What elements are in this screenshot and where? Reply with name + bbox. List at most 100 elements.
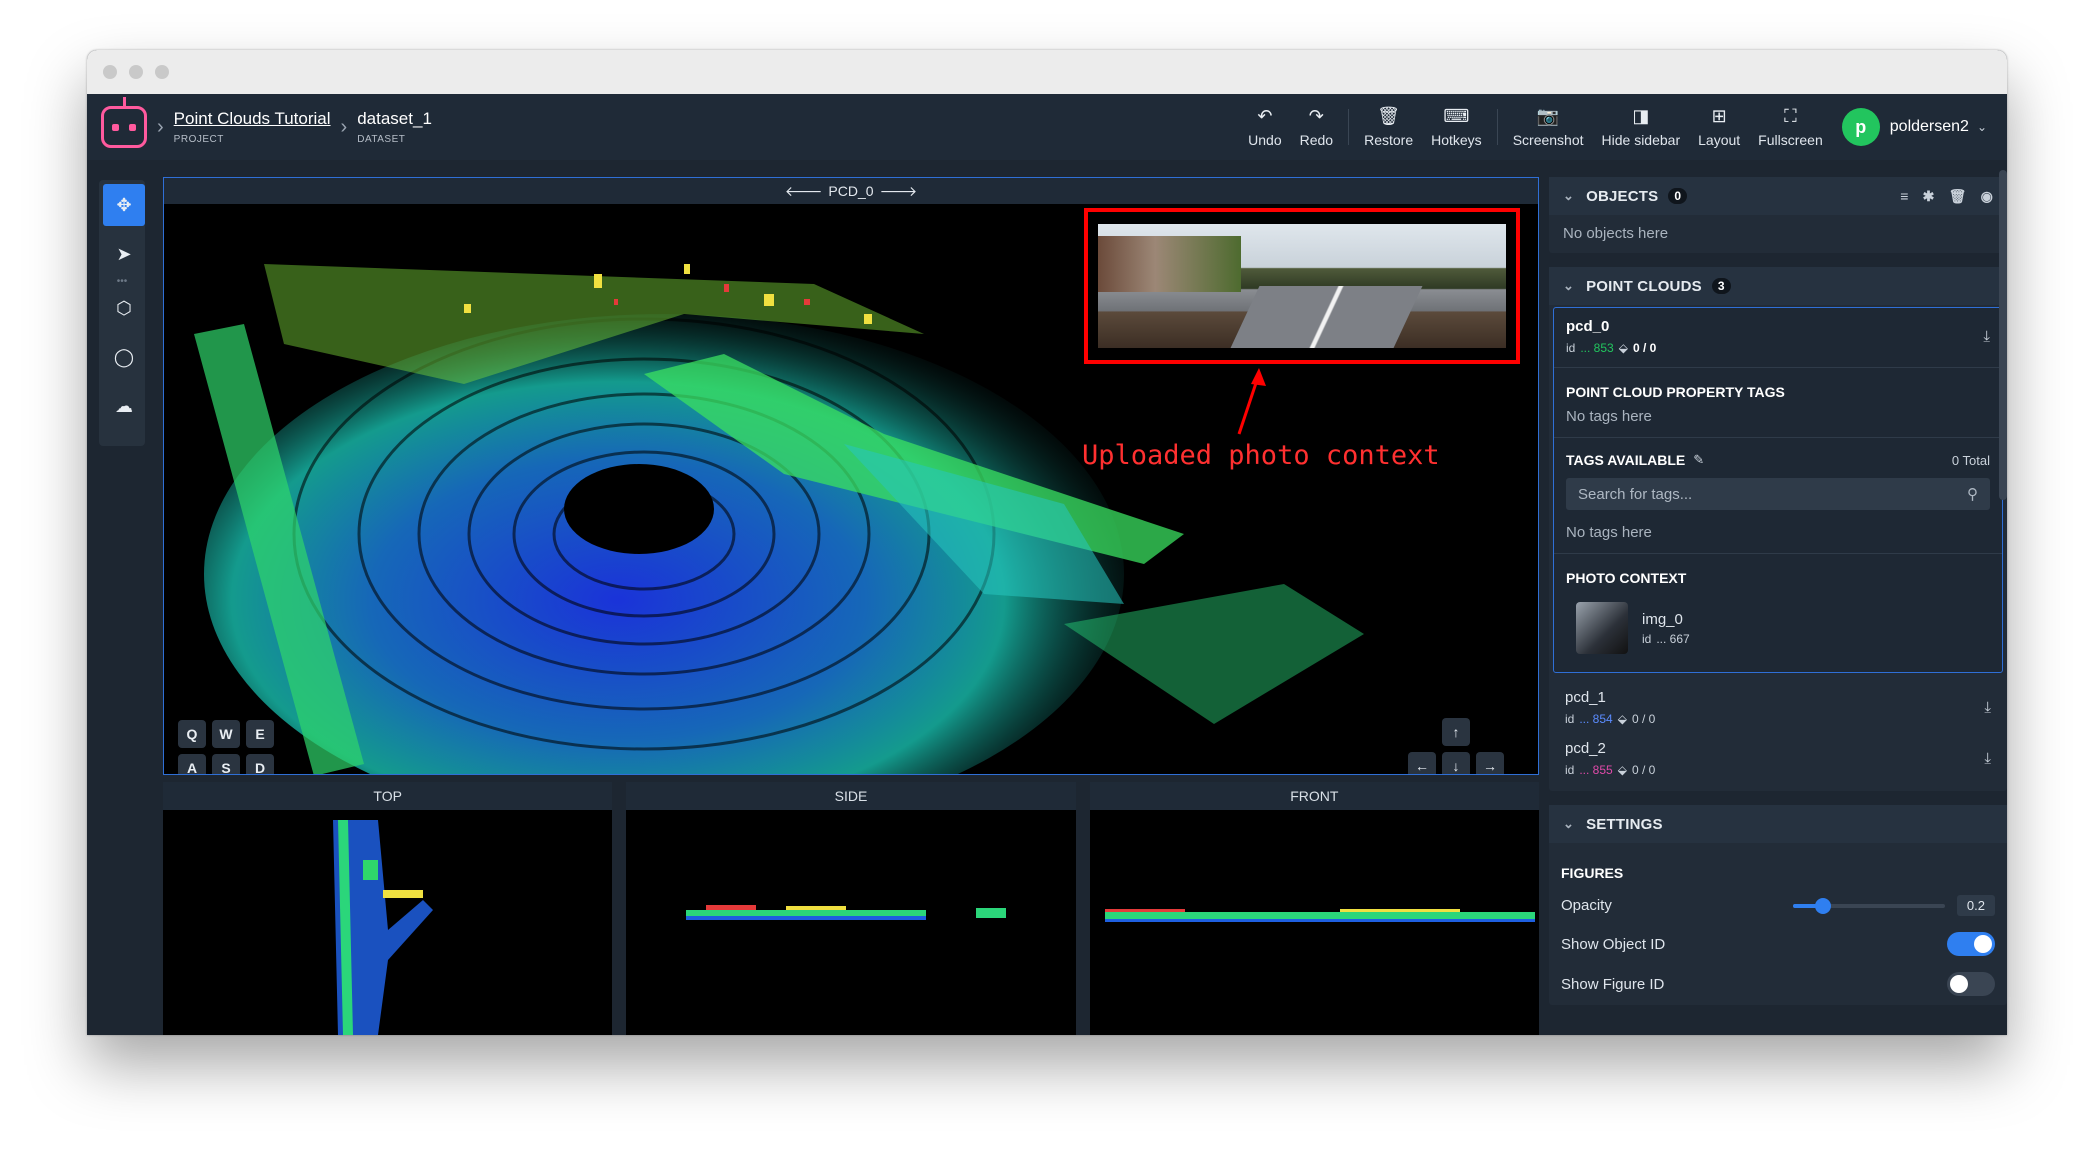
show-figure-id-toggle[interactable] <box>1947 972 1995 996</box>
objects-title: OBJECTS <box>1586 187 1659 205</box>
toolbar: ↶ Undo ↷ Redo 🗑 Restore ⌨ Hotkeys 📷 Screensho… <box>1239 94 2007 160</box>
filter-icon[interactable]: ≡ <box>1900 188 1908 205</box>
pointcloud-tool-button[interactable]: ☁ <box>103 385 145 427</box>
figures-icon: ⬙ <box>1617 712 1627 726</box>
eye-off-icon[interactable]: ◉ <box>1981 188 1993 205</box>
layout-button[interactable]: ⊞ Layout <box>1689 94 1749 160</box>
download-icon[interactable]: ⤓ <box>1984 750 1991 767</box>
key-w[interactable]: W <box>212 720 240 748</box>
redo-icon: ↷ <box>1308 106 1324 126</box>
layout-label: Layout <box>1698 132 1741 148</box>
download-icon[interactable]: ⤓ <box>1984 699 1991 716</box>
id-label: id <box>1566 341 1576 355</box>
key-q[interactable]: Q <box>178 720 206 748</box>
pcd-figures-count: 0 / 0 <box>1632 341 1657 355</box>
tags-empty-text: No tags here <box>1566 524 1652 541</box>
project-link[interactable]: Point Clouds Tutorial <box>174 109 331 129</box>
tag-search-field[interactable]: Search for tags... ⚲ <box>1566 478 1990 510</box>
redo-button[interactable]: ↷ Redo <box>1291 94 1342 160</box>
select-tool-button[interactable]: ➤ <box>103 233 145 275</box>
photo-thumbnail[interactable] <box>1576 602 1628 654</box>
key-s[interactable]: S <box>212 754 240 774</box>
trash-icon[interactable]: 🗑 <box>1949 188 1967 205</box>
top-bar: › Point Clouds Tutorial PROJECT › datase… <box>87 94 2007 160</box>
fullscreen-label: Fullscreen <box>1758 132 1823 148</box>
edit-icon[interactable]: ✎ <box>1693 452 1704 468</box>
objects-header[interactable]: ⌄ OBJECTS 0 ≡ ✱ 🗑 ◉ <box>1549 177 2007 215</box>
robot-logo-icon[interactable] <box>101 97 147 148</box>
point-tool-button[interactable]: ◯ <box>103 336 145 378</box>
settings-panel: ⌄ SETTINGS FIGURES Opacity 0.2 Show Obje… <box>1549 805 2007 1005</box>
side-view-render <box>686 905 1007 920</box>
pcd-meta: id ... 854 ⬙ 0 / 0 <box>1565 712 1655 726</box>
orthographic-views: TOP SIDE FRONT <box>163 782 1539 1035</box>
pcd-item-selected[interactable]: pcd_0 id ... 853 ⬙ 0 / 0 ⤓ POINT CLOUD P… <box>1553 307 2003 673</box>
photo-name: img_0 <box>1642 610 1683 628</box>
side-view[interactable]: SIDE <box>626 782 1076 1035</box>
camera-icon: 📷 <box>1536 106 1560 126</box>
window-minimize-dot[interactable] <box>129 65 143 79</box>
point-cloud-scene[interactable]: Uploaded photo context Q W E A S D ↑ ← ↓… <box>164 204 1538 774</box>
arrow-down-key-icon[interactable]: ↓ <box>1442 752 1470 774</box>
id-label: id <box>1565 712 1575 726</box>
pcd-name: pcd_0 <box>1566 318 1610 335</box>
hotkeys-button[interactable]: ⌨ Hotkeys <box>1422 94 1491 160</box>
palette-divider: ••• <box>116 276 128 287</box>
photo-context-image[interactable] <box>1098 224 1506 348</box>
key-d[interactable]: D <box>246 754 274 774</box>
point-clouds-header[interactable]: ⌄ POINT CLOUDS 3 <box>1549 267 2007 305</box>
cuboid-tool-button[interactable]: ⬡ <box>103 287 145 329</box>
pin-icon[interactable]: ✱ <box>1923 188 1935 205</box>
pcd-id: ... 853 <box>1580 341 1614 355</box>
sidebar-scrollbar[interactable] <box>1999 170 2007 500</box>
download-icon[interactable]: ⤓ <box>1983 328 1990 345</box>
restore-button[interactable]: 🗑 Restore <box>1355 94 1422 160</box>
hide-sidebar-button[interactable]: ◨ Hide sidebar <box>1593 94 1690 160</box>
top-view[interactable]: TOP <box>163 782 613 1035</box>
pcd-item[interactable]: pcd_2 id ... 855 ⬙ 0 / 0 ⤓ <box>1549 736 2007 787</box>
breadcrumb-project[interactable]: Point Clouds Tutorial PROJECT <box>174 109 331 145</box>
objects-panel: ⌄ OBJECTS 0 ≡ ✱ 🗑 ◉ No objects here <box>1549 177 2007 253</box>
toolbar-divider <box>1496 109 1498 145</box>
window-close-dot[interactable] <box>103 65 117 79</box>
key-a[interactable]: A <box>178 754 206 774</box>
point-clouds-count-badge: 3 <box>1711 278 1731 294</box>
pcd-item[interactable]: pcd_1 id ... 854 ⬙ 0 / 0 ⤓ <box>1549 675 2007 736</box>
screenshot-button[interactable]: 📷 Screenshot <box>1504 94 1593 160</box>
toolbar-divider <box>1348 109 1350 145</box>
window-maximize-dot[interactable] <box>155 65 169 79</box>
user-menu[interactable]: p poldersen2 ⌄ <box>1841 108 1987 146</box>
show-object-id-toggle[interactable] <box>1947 932 1995 956</box>
pcd-name: pcd_2 <box>1565 740 1606 757</box>
chevron-down-icon: ⌄ <box>1563 188 1575 203</box>
arrow-up-key-icon[interactable]: ↑ <box>1442 718 1470 746</box>
arrow-left-icon[interactable]: 🡐 <box>785 183 823 200</box>
photo-context-item[interactable]: img_0 id ... 667 <box>1576 602 1990 654</box>
avatar: p <box>1841 108 1880 146</box>
top-view-render <box>333 820 433 1035</box>
property-tags-empty-text: No tags here <box>1566 408 1652 425</box>
trash-icon: 🗑 <box>1377 106 1401 126</box>
project-label: PROJECT <box>173 134 224 145</box>
arrow-right-key-icon[interactable]: → <box>1476 752 1504 774</box>
move-tool-button[interactable]: ✥ <box>103 184 145 226</box>
app-window: › Point Clouds Tutorial PROJECT › datase… <box>87 50 2007 1035</box>
cursor-icon: ➤ <box>116 243 132 264</box>
main-3d-viewport[interactable]: 🡐 PCD_0 🡒 Uploaded photo context Q W E A… <box>163 177 1539 775</box>
chevron-down-icon: ⌄ <box>1976 120 1987 134</box>
arrow-left-key-icon[interactable]: ← <box>1408 752 1436 774</box>
key-e[interactable]: E <box>246 720 274 748</box>
opacity-slider-thumb[interactable] <box>1815 897 1832 914</box>
opacity-slider[interactable] <box>1792 897 1945 914</box>
annotation-text: Uploaded photo context <box>1082 440 1440 471</box>
fullscreen-button[interactable]: ⛶ Fullscreen <box>1749 94 1832 160</box>
objects-count-badge: 0 <box>1668 188 1688 204</box>
settings-title: SETTINGS <box>1586 815 1663 833</box>
opacity-value[interactable]: 0.2 <box>1956 895 1995 916</box>
search-icon[interactable]: ⚲ <box>1967 485 1978 503</box>
front-view[interactable]: FRONT <box>1089 782 1539 1035</box>
undo-button[interactable]: ↶ Undo <box>1239 94 1290 160</box>
layout-grid-icon: ⊞ <box>1711 106 1727 126</box>
arrow-right-icon[interactable]: 🡒 <box>880 183 918 200</box>
settings-header[interactable]: ⌄ SETTINGS <box>1549 805 2007 843</box>
